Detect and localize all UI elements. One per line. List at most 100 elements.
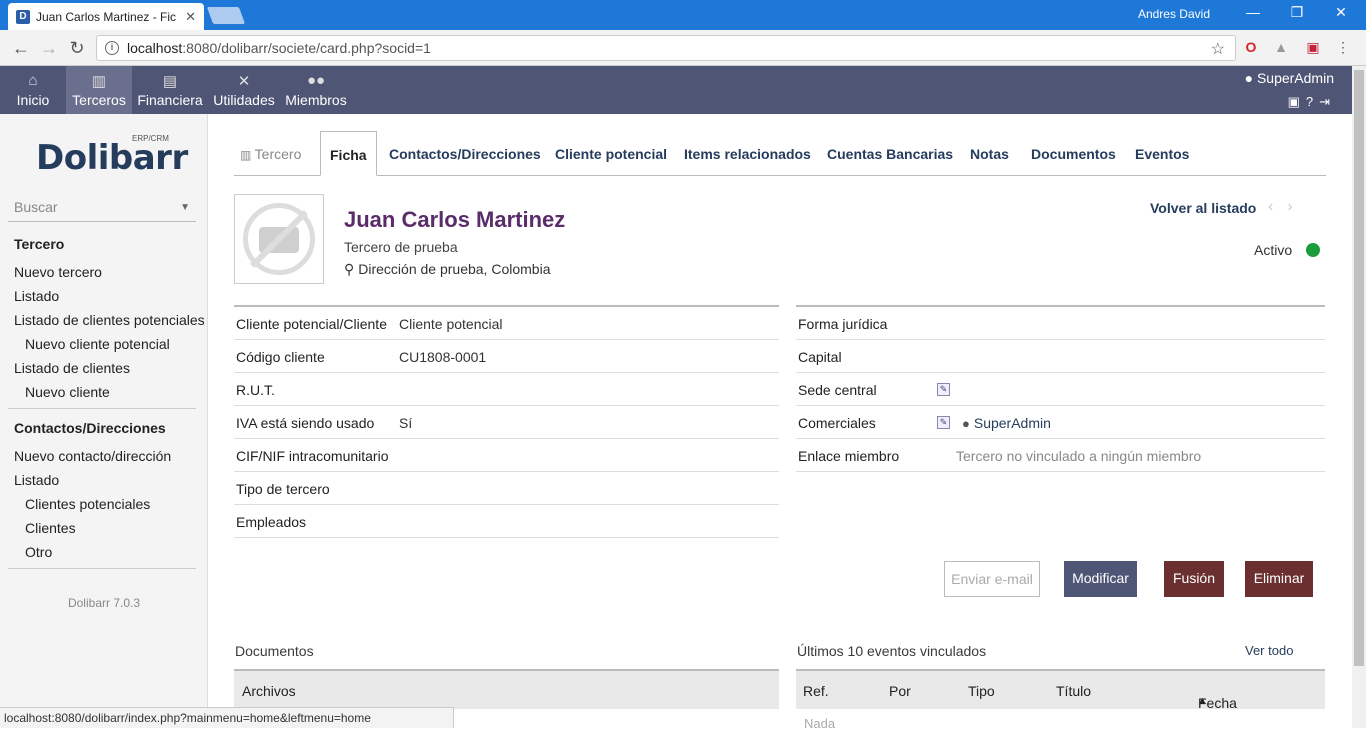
field-value: Sí (399, 415, 413, 431)
left-menu-item[interactable]: Nuevo contacto/dirección (14, 448, 171, 464)
modify-button[interactable]: Modificar (1064, 561, 1137, 597)
close-tab-icon[interactable]: ✕ (185, 9, 196, 25)
map-pin-icon: ⚲ (344, 261, 355, 277)
thirdparty-subtitle: Tercero de prueba (344, 239, 458, 255)
left-menu-item[interactable]: Contactos/Direcciones (14, 420, 166, 436)
menu-divider (8, 568, 196, 569)
tab-items-relacionados[interactable]: Items relacionados (684, 131, 811, 176)
left-menu-item[interactable]: Clientes (25, 520, 76, 536)
no-photo-placeholder[interactable] (234, 194, 324, 284)
logged-user[interactable]: ● SuperAdmin (1245, 70, 1334, 86)
field-label: Capital (798, 349, 842, 365)
reload-icon[interactable]: ↻ (66, 38, 88, 59)
edit-icon[interactable]: ✎ (937, 383, 950, 396)
left-menu-item[interactable]: Clientes potenciales (25, 496, 150, 512)
tab-cliente-potencial[interactable]: Cliente potencial (555, 131, 667, 176)
menu-divider (8, 408, 196, 409)
field-value: ● SuperAdmin (956, 415, 1051, 431)
field-row: Código cliente CU1808-0001 (234, 340, 779, 373)
topmenu-utilidades[interactable]: ✕ Utilidades (212, 66, 276, 114)
tab-cuentas-bancarias[interactable]: Cuentas Bancarias (827, 131, 953, 176)
forward-arrow-icon[interactable]: → (38, 38, 60, 59)
left-menu-item[interactable]: Nuevo cliente potencial (25, 336, 170, 352)
topmenu-label: Miembros (285, 92, 347, 108)
help-icon[interactable]: ? (1306, 94, 1319, 109)
thirdparty-address: ⚲ Dirección de prueba, Colombia (344, 261, 550, 278)
chevron-down-icon: ▼ (180, 202, 190, 213)
opera-extension-icon[interactable]: O (1242, 39, 1260, 57)
version-label: Dolibarr 7.0.3 (67, 596, 141, 610)
field-row: Forma jurídica (796, 307, 1325, 340)
search-select[interactable]: Buscar ▼ (8, 196, 196, 222)
browser-tab[interactable]: D Juan Carlos Martinez - Fic ✕ (8, 3, 204, 30)
left-panel: ERP/CRM Dolibarr Buscar ▼ Dolibarr 7.0.3… (0, 114, 208, 728)
field-row: R.U.T. (234, 373, 779, 406)
topmenu-label: Inicio (16, 92, 50, 108)
fields-table-left: Cliente potencial/Cliente Cliente potenci… (234, 305, 779, 538)
tab-eventos[interactable]: Eventos (1135, 131, 1189, 176)
drive-extension-icon[interactable]: ▲ (1272, 39, 1290, 57)
top-tools: ▣?⇥ (1288, 94, 1336, 110)
bookmark-star-icon[interactable]: ☆ (1211, 39, 1225, 59)
close-window-icon[interactable]: ✕ (1330, 4, 1352, 24)
left-menu-item[interactable]: Nuevo cliente (25, 384, 110, 400)
topmenu-label: Terceros (72, 92, 126, 108)
topmenu-financiera[interactable]: ▤ Financiera (136, 66, 204, 114)
tab-documentos[interactable]: Documentos (1031, 131, 1116, 176)
url-input[interactable]: i localhost:8080/dolibarr/societe/card.p… (96, 35, 1236, 61)
url-host: localhost (127, 40, 183, 56)
tab-ficha[interactable]: Ficha (320, 131, 377, 176)
print-icon[interactable]: ▣ (1288, 94, 1306, 109)
topmenu-miembros[interactable]: ●● Miembros (284, 66, 348, 114)
back-to-list-link[interactable]: Volver al listado (1150, 200, 1256, 216)
logout-icon[interactable]: ⇥ (1319, 94, 1336, 109)
merge-button[interactable]: Fusión (1164, 561, 1224, 597)
maximize-icon[interactable]: ❐ (1286, 4, 1308, 24)
new-tab-button[interactable] (206, 7, 246, 24)
topmenu-inicio[interactable]: ⌂ Inicio (10, 66, 56, 114)
sales-rep-link[interactable]: SuperAdmin (974, 415, 1051, 431)
scrollbar-thumb[interactable] (1354, 70, 1364, 666)
left-menu-item[interactable]: Listado (14, 288, 59, 304)
building-icon: ▥ (91, 73, 107, 90)
minimize-icon[interactable]: — (1242, 4, 1264, 24)
col-tipo[interactable]: Tipo (968, 683, 995, 699)
field-row: Tipo de tercero (234, 472, 779, 505)
next-record-icon[interactable]: › (1287, 198, 1306, 215)
col-por[interactable]: Por (889, 683, 911, 699)
left-menu-item[interactable]: Listado (14, 472, 59, 488)
field-label: Sede central (798, 382, 877, 398)
back-arrow-icon[interactable]: ← (10, 38, 32, 59)
tab-tercero[interactable]: ▥ Tercero (240, 131, 301, 176)
status-active-dot (1306, 243, 1321, 257)
tab-notas[interactable]: Notas (970, 131, 1009, 176)
left-menu-item[interactable]: Listado de clientes potenciales (14, 312, 205, 328)
col-ref[interactable]: Ref. (803, 683, 829, 699)
col-titulo[interactable]: Título (1056, 683, 1091, 699)
field-row: IVA está siendo usado Sí (234, 406, 779, 439)
send-email-button[interactable]: Enviar e-mail (944, 561, 1040, 597)
tab-contactos[interactable]: Contactos/Direcciones (389, 131, 541, 176)
left-menu-item[interactable]: Tercero (14, 236, 64, 252)
edit-icon[interactable]: ✎ (937, 416, 950, 429)
left-menu-item[interactable]: Nuevo tercero (14, 264, 102, 280)
field-row: Enlace miembro Tercero no vinculado a nin… (796, 439, 1325, 472)
topmenu-terceros[interactable]: ▥ Terceros (66, 66, 132, 114)
coins-icon: ▤ (162, 73, 178, 90)
left-menu-item[interactable]: Listado de clientes (14, 360, 130, 376)
files-column-header: Archivos (242, 683, 296, 699)
see-all-events-link[interactable]: Ver todo (1245, 643, 1293, 658)
delete-button[interactable]: Eliminar (1245, 561, 1313, 597)
logged-user-name: SuperAdmin (1256, 70, 1334, 86)
top-menu: ⌂ Inicio ▥ Terceros ▤ Financiera ✕ Utilidade… (0, 66, 1352, 114)
left-menu-item[interactable]: Otro (25, 544, 52, 560)
browser-menu-icon[interactable]: ⋮ (1334, 39, 1352, 57)
browser-user-name[interactable]: Andres David (1138, 7, 1210, 21)
dolibarr-favicon: D (16, 9, 30, 24)
field-row: Comerciales ✎ ● SuperAdmin (796, 406, 1325, 439)
tab-bar: ▥ Tercero Ficha Contactos/Direcciones Cl… (234, 131, 1326, 176)
pocket-extension-icon[interactable]: ▣ (1304, 39, 1322, 57)
dolibarr-logo[interactable]: ERP/CRM Dolibarr (36, 134, 188, 184)
info-icon[interactable]: i (105, 41, 119, 55)
previous-record-icon[interactable]: ‹ (1268, 198, 1287, 215)
